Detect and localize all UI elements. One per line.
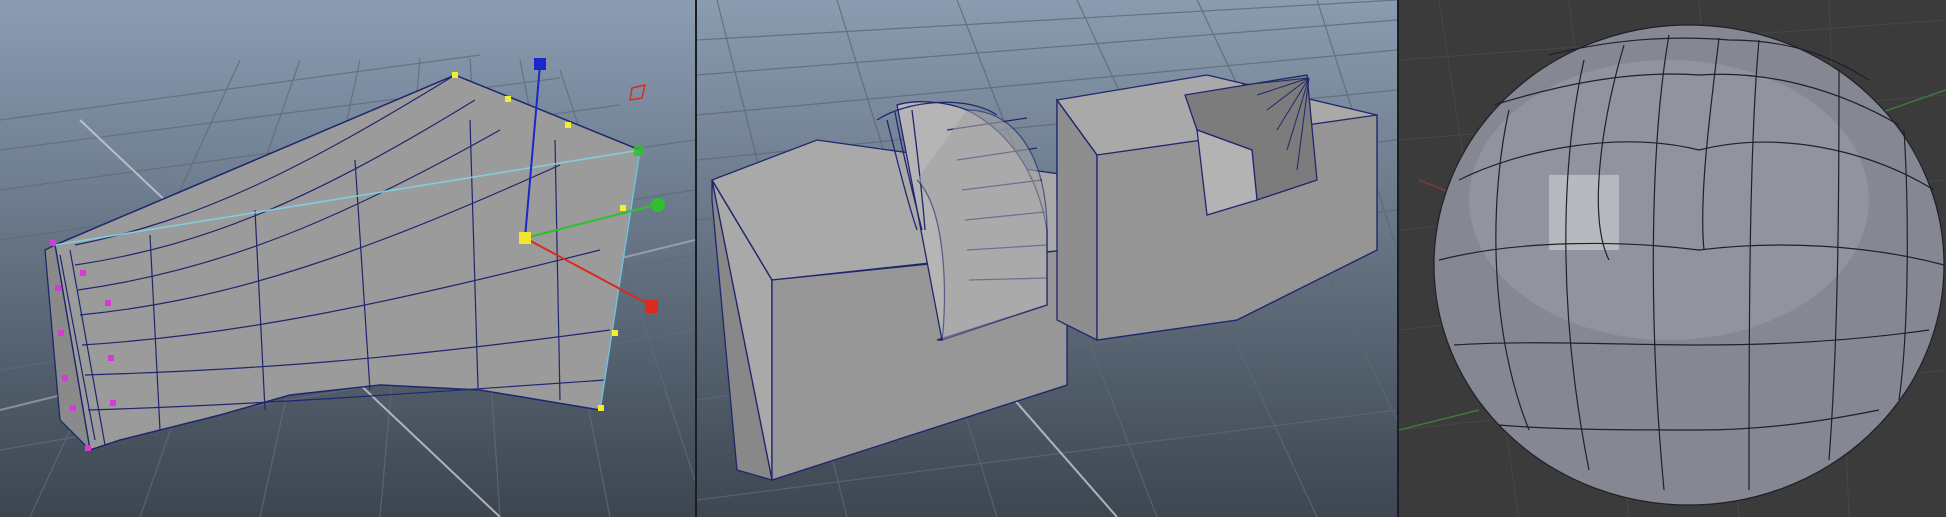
boolean-cutout-viewport[interactable] bbox=[697, 0, 1397, 517]
x-axis-handle[interactable] bbox=[645, 300, 658, 313]
viewport-canvas[interactable] bbox=[1399, 0, 1946, 517]
viewport-canvas[interactable] bbox=[697, 0, 1397, 517]
sphere-viewport[interactable] bbox=[1399, 0, 1946, 517]
plane-handle[interactable] bbox=[634, 146, 644, 156]
y-axis-handle[interactable] bbox=[651, 198, 665, 212]
viewport-canvas[interactable] bbox=[0, 0, 695, 517]
manipulator-center-handle[interactable] bbox=[519, 232, 531, 244]
quad-sphere[interactable] bbox=[1433, 24, 1945, 506]
three-viewport-composite bbox=[0, 0, 1946, 517]
z-axis-handle[interactable] bbox=[534, 58, 546, 70]
deformed-mesh-viewport[interactable] bbox=[0, 0, 695, 517]
